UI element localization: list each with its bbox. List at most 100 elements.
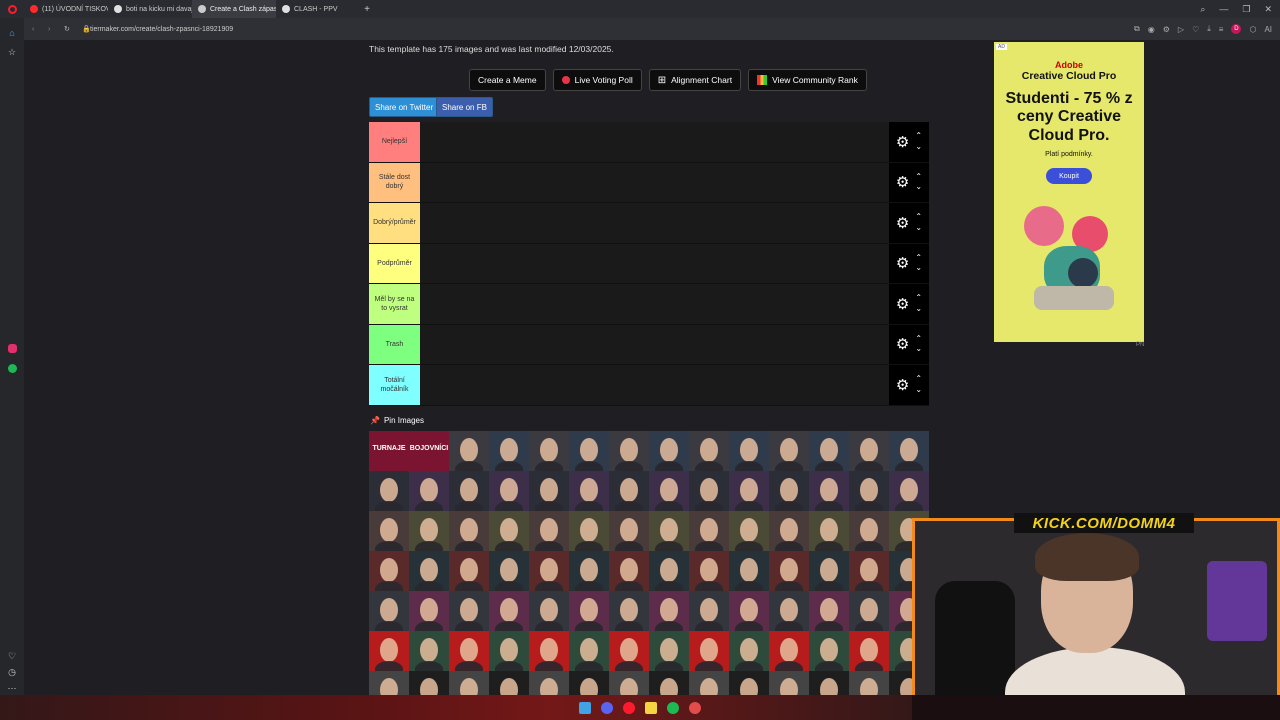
move-up-icon[interactable]: ⌃ [915,253,922,263]
fighter-image[interactable] [369,551,409,591]
fighter-image[interactable] [489,631,529,671]
share-icon[interactable]: ⧉ [1134,24,1140,34]
fighter-image[interactable] [809,431,849,471]
tier-drop-zone[interactable] [420,244,889,284]
fighter-image[interactable] [489,551,529,591]
fighter-image[interactable] [809,631,849,671]
fighter-image[interactable] [849,591,889,631]
tier-drop-zone[interactable] [420,325,889,365]
heart-icon[interactable]: ♡ [1192,25,1199,34]
fighter-image[interactable] [649,511,689,551]
fighter-image[interactable] [649,591,689,631]
fighter-image[interactable] [529,431,569,471]
fighter-image[interactable] [409,551,449,591]
fighter-image[interactable] [729,431,769,471]
tier-label[interactable]: Totální močálník [369,365,420,405]
close-button[interactable]: ✕ [1264,4,1272,15]
community-rank-button[interactable]: View Community Rank [748,69,867,91]
fighter-image[interactable] [609,431,649,471]
fighter-image[interactable] [409,631,449,671]
fighter-image[interactable] [809,591,849,631]
fighter-image[interactable] [689,511,729,551]
settings-gear-icon[interactable]: ⚙ [896,173,909,191]
move-down-icon[interactable]: ⌄ [915,304,922,314]
fighter-image[interactable] [449,431,489,471]
fighter-image[interactable] [849,431,889,471]
fighter-image[interactable] [809,471,849,511]
fighter-image[interactable] [649,471,689,511]
download-icon[interactable]: ⤓ [1207,24,1211,34]
move-down-icon[interactable]: ⌄ [915,142,922,152]
settings-gear-icon[interactable]: ⚙ [896,214,909,232]
search-icon[interactable]: ⌕ [1200,4,1205,15]
fighter-image[interactable] [689,671,729,695]
fighter-image[interactable] [569,431,609,471]
fighter-image[interactable] [769,591,809,631]
fighter-image[interactable] [609,591,649,631]
fighter-image[interactable] [849,471,889,511]
new-tab-button[interactable]: + [360,2,374,16]
more-icon[interactable]: ⋯ [5,681,19,695]
fighter-image[interactable] [569,671,609,695]
fighter-image[interactable] [729,671,769,695]
share-facebook-button[interactable]: Share on FB [436,97,493,117]
fighter-image[interactable] [449,471,489,511]
app-icon[interactable] [689,701,701,714]
create-meme-button[interactable]: Create a Meme [469,69,546,91]
opera-icon[interactable] [623,701,635,714]
instagram-icon[interactable] [5,342,19,356]
tier-label[interactable]: Měl by se na to vysrat [369,284,420,324]
fighter-image[interactable] [849,671,889,695]
browser-tab[interactable]: CLASH - PPV [276,0,360,18]
fighter-image[interactable] [489,511,529,551]
fighter-image[interactable] [369,671,409,695]
settings-gear-icon[interactable]: ⚙ [896,376,909,394]
live-voting-button[interactable]: Live Voting Poll [552,69,642,91]
fighter-image[interactable] [769,431,809,471]
play-icon[interactable]: ▷ [1178,25,1184,34]
fighter-image[interactable] [889,471,929,511]
fighter-image[interactable] [369,591,409,631]
fighter-image[interactable] [529,591,569,631]
notes-icon[interactable] [645,701,657,714]
home-icon[interactable]: ⌂ [5,26,19,40]
maximize-button[interactable]: ❐ [1242,4,1250,15]
spotify-icon[interactable] [5,362,19,376]
fighter-image[interactable] [529,511,569,551]
settings-gear-icon[interactable]: ⚙ [896,133,909,151]
category-image[interactable]: BOJOVNÍCI [409,431,449,471]
fighter-image[interactable] [649,671,689,695]
explorer-icon[interactable] [579,701,591,714]
tier-drop-zone[interactable] [420,284,889,324]
fighter-image[interactable] [569,591,609,631]
fighter-image[interactable] [729,591,769,631]
discord-icon[interactable] [601,701,613,714]
alignment-chart-button[interactable]: ⊞ Alignment Chart [648,69,742,91]
tier-drop-zone[interactable] [420,203,889,243]
fighter-image[interactable] [569,551,609,591]
fighter-image[interactable] [889,431,929,471]
category-image[interactable]: TURNAJE [369,431,409,471]
fighter-image[interactable] [649,431,689,471]
fighter-image[interactable] [809,551,849,591]
settings-gear-icon[interactable]: ⚙ [896,254,909,272]
settings-gear-icon[interactable]: ⚙ [896,295,909,313]
fighter-image[interactable] [689,591,729,631]
move-up-icon[interactable]: ⌃ [915,172,922,182]
advertisement[interactable]: AD Adobe Creative Cloud Pro Studenti - 7… [994,42,1144,342]
pin-images-toggle[interactable]: 📌 Pin Images [370,416,424,425]
fighter-image[interactable] [529,671,569,695]
fighter-image[interactable] [449,671,489,695]
fighter-image[interactable] [609,471,649,511]
fighter-image[interactable] [529,471,569,511]
tier-label[interactable]: Podprůměr [369,243,420,283]
reload-icon[interactable]: ↻ [64,25,70,33]
opera-logo-icon[interactable] [0,4,24,14]
fighter-image[interactable] [729,471,769,511]
move-up-icon[interactable]: ⌃ [915,334,922,344]
tier-drop-zone[interactable] [420,122,889,162]
move-up-icon[interactable]: ⌃ [915,131,922,141]
browser-tab[interactable]: Create a Clash zápasníci T [192,0,276,18]
fighter-image[interactable] [729,511,769,551]
fighter-image[interactable] [729,551,769,591]
